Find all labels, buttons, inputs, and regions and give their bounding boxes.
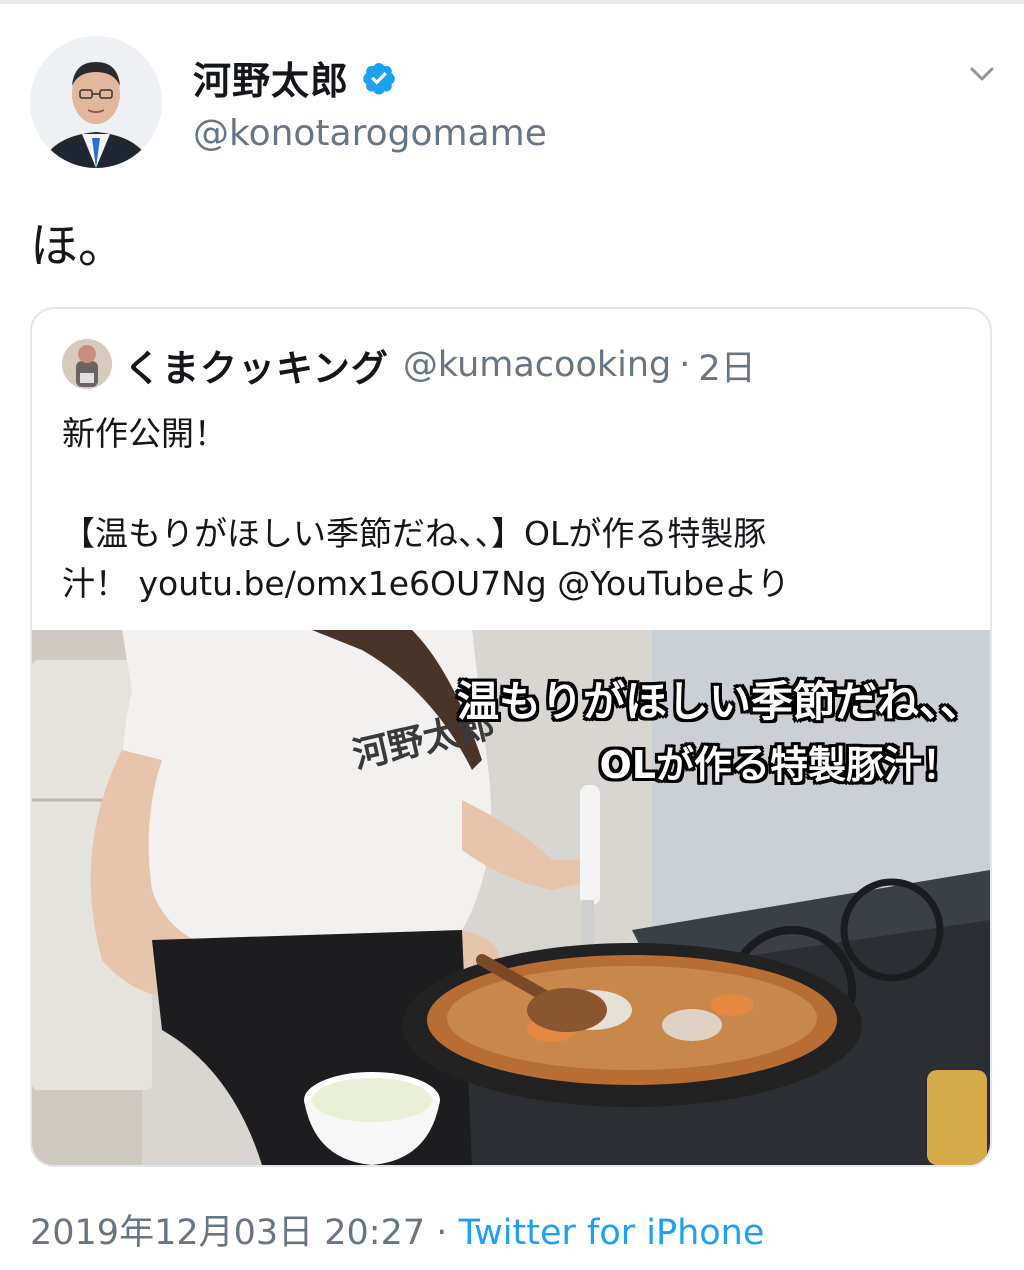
quoted-text-line: 新作公開！ bbox=[62, 414, 227, 453]
quoted-text-line: 【温もりがほしい季節だね、、】OLが作る特製豚 bbox=[62, 514, 767, 553]
quoted-author-avatar[interactable] bbox=[62, 339, 112, 389]
quoted-tweet-time[interactable]: 2日 bbox=[698, 340, 755, 391]
tweet-footer: 2019年12月03日 20:27 · Twitter for iPhone bbox=[30, 1204, 764, 1255]
chevron-down-icon[interactable] bbox=[964, 56, 1000, 92]
quoted-author-name[interactable]: くまクッキング bbox=[124, 338, 389, 392]
quoted-tweet-card[interactable]: くまクッキング @kumacooking · 2日 新作公開！ 【温もりがほしい… bbox=[30, 307, 992, 1167]
author-display-name[interactable]: 河野太郎 bbox=[193, 50, 349, 105]
top-divider bbox=[0, 0, 1024, 4]
quoted-header-separator: · bbox=[679, 345, 691, 385]
media-caption-line1: 温もりがほしい季節だね、、 bbox=[456, 677, 982, 726]
quoted-author-handle[interactable]: @kumacooking bbox=[403, 345, 671, 385]
tweet-text: ほ。 bbox=[30, 218, 127, 274]
quoted-tweet-header: くまクッキング @kumacooking · 2日 bbox=[124, 339, 756, 391]
footer-separator: · bbox=[436, 1213, 448, 1253]
tweet-timestamp[interactable]: 2019年12月03日 20:27 bbox=[30, 1213, 425, 1253]
author-display-name-row[interactable]: 河野太郎 bbox=[193, 50, 397, 105]
quoted-author-avatar-image bbox=[62, 339, 112, 389]
author-handle[interactable]: @konotarogomame bbox=[193, 113, 547, 154]
media-caption-line2: OLが作る特製豚汁！ bbox=[599, 743, 960, 787]
quoted-tweet-media[interactable]: 河野太郎 温もりがほしい季節だね、、 OLが作る特製豚汁！ bbox=[32, 630, 990, 1165]
author-avatar-image bbox=[30, 36, 162, 168]
quoted-tweet-text: 新作公開！ 【温もりがほしい季節だね、、】OLが作る特製豚 汁！ youtu.b… bbox=[62, 409, 972, 609]
verified-badge-icon bbox=[361, 60, 397, 96]
tweet-source-link[interactable]: Twitter for iPhone bbox=[459, 1213, 765, 1253]
quoted-text-line: 汁！ youtu.be/omx1e6OU7Ng @YouTubeより bbox=[62, 564, 790, 603]
author-avatar[interactable] bbox=[30, 36, 162, 168]
